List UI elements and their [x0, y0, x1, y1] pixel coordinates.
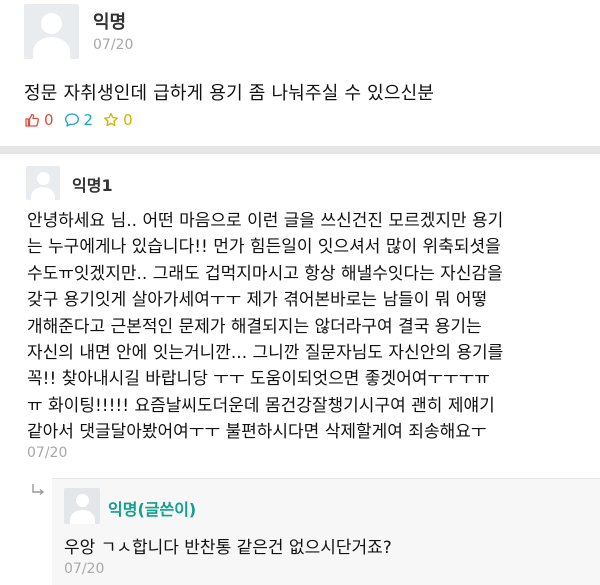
- scrap-count-value: 0: [123, 111, 133, 129]
- post-author-avatar[interactable]: [24, 4, 79, 59]
- comment-line: 안녕하세요 님.. 어떤 마음으로 이런 글을 쓰신건진 모르겠지만 용기: [27, 211, 504, 231]
- avatar-body: [31, 187, 55, 200]
- comment-line: ㅠ 화이팅!!!!! 요즘날씨도더운데 몸건강잘챙기시구여 괜히 제얘기: [27, 395, 495, 416]
- comment-line: 갖구 용기잇게 살아가세여ㅜㅜ 제가 겪어본바로는 남들이 뭐 어떻: [27, 290, 488, 311]
- comment-line: 같아서 댓글달아봤어여ㅜㅜ 불편하시다면 삭제할게여 죄송해요ㅜ: [27, 422, 487, 443]
- avatar-head: [76, 494, 89, 507]
- reply-author-avatar[interactable]: [64, 488, 100, 524]
- section-divider: [0, 146, 600, 154]
- comment-line: 자신의 내면 안에 잇는거니깐... 그니깐 질문자님도 자신안의 용기를: [27, 342, 504, 363]
- comment-line: 꼭!! 찾아내시길 바랍니당 ㅜㅜ 도움이되엇으면 좋겟어여ㅜㅜㅜㅠ: [27, 369, 490, 390]
- star-icon: [104, 112, 119, 127]
- avatar-head: [41, 13, 62, 34]
- post: 익명 07/20 정문 자취생인데 급하게 용기 좀 나눠주실 수 있으신분 0…: [0, 0, 600, 146]
- comment-line: 개해준다고 근본적인 문제가 해결되지는 않더라구여 결국 용기는: [27, 316, 482, 337]
- comment-line: 수도ㅠ잇겠지만.. 그래도 겁먹지마시고 항상 해낼수잇다는 자신감을: [27, 263, 503, 284]
- comment-text: 안녕하세요 님.. 어떤 마음으로 이런 글을 쓰신건진 모르겠지만 용기 는 …: [27, 208, 587, 446]
- like-count-value: 0: [44, 111, 54, 129]
- comment-author-name: 익명1: [72, 176, 113, 195]
- reply-arrow-icon: [32, 484, 45, 496]
- comment-line: 는 누구에게나 있습니다!! 먼가 힘든일이 잇으셔서 많이 위축되셧을: [27, 237, 501, 258]
- reply: 익명(글쓴이) 우앙 ㄱㅅ합니다 반찬통 같은건 없으시단거죠? 07/20: [52, 478, 600, 585]
- avatar-body: [33, 37, 70, 59]
- post-stats: 0 2 0: [24, 111, 143, 129]
- thumbs-up-icon: [25, 113, 39, 127]
- avatar-body: [70, 510, 95, 524]
- reply-text: 우앙 ㄱㅅ합니다 반찬통 같은건 없으시단거죠?: [64, 538, 392, 558]
- scrap-count[interactable]: 0: [103, 111, 133, 129]
- comment-date: 07/20: [27, 445, 68, 461]
- post-author-name: 익명: [93, 12, 127, 33]
- reply-date: 07/20: [64, 561, 105, 577]
- post-body-text: 정문 자취생인데 급하게 용기 좀 나눠주실 수 있으신분: [24, 83, 435, 104]
- reply-author-name: 익명(글쓴이): [108, 500, 197, 519]
- like-count[interactable]: 0: [24, 111, 54, 129]
- avatar-head: [37, 172, 50, 185]
- comment-count[interactable]: 2: [64, 111, 94, 129]
- speech-bubble-icon: [64, 113, 79, 127]
- comment: 익명1 안녕하세요 님.. 어떤 마음으로 이런 글을 쓰신건진 모르겠지만 용…: [0, 154, 600, 470]
- comment-count-value: 2: [83, 111, 94, 129]
- post-date: 07/20: [93, 37, 134, 53]
- comment-author-avatar[interactable]: [26, 166, 60, 200]
